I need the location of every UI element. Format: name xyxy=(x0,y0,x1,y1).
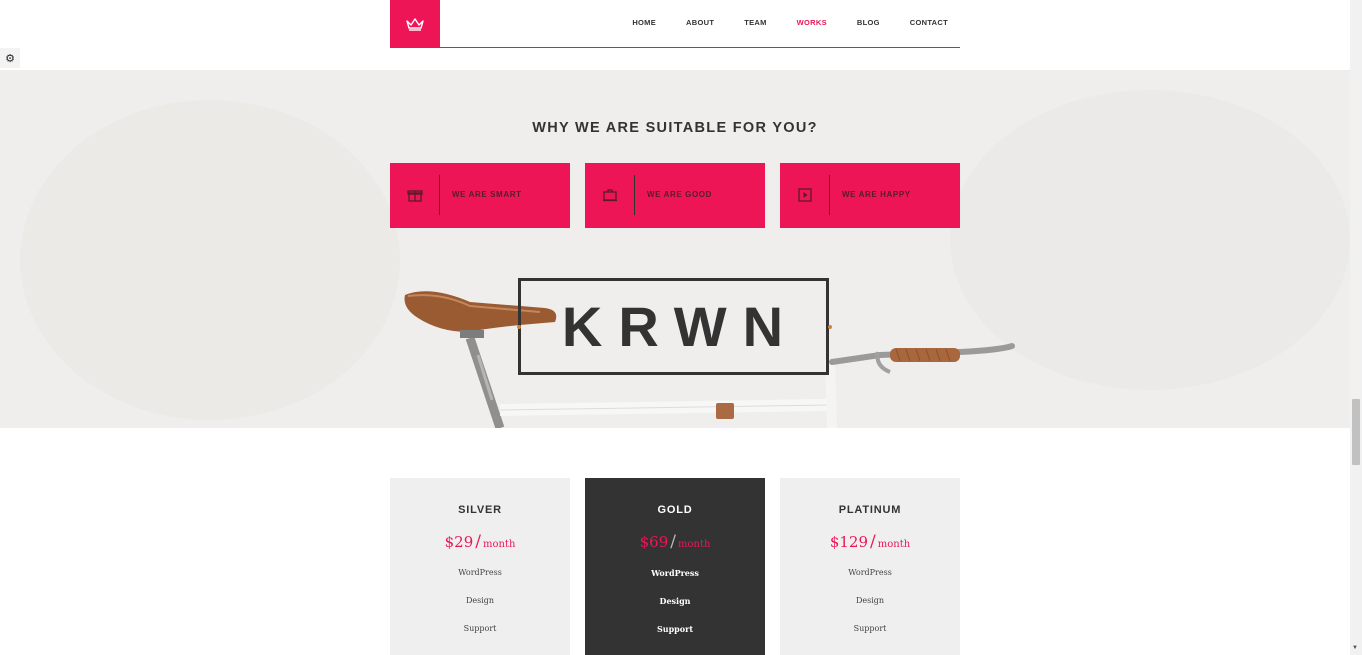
feature-divider xyxy=(634,175,635,215)
plan-name: PLATINUM xyxy=(838,504,902,516)
plan-feature: Support xyxy=(656,624,694,634)
nav-contact[interactable]: CONTACT xyxy=(910,18,948,27)
plan-price: $69/month xyxy=(585,532,765,552)
plan-feature: WordPress xyxy=(848,568,892,577)
plan-feature: WordPress xyxy=(651,568,699,578)
nav-blog[interactable]: BLOG xyxy=(857,18,880,27)
wordmark-dot-right xyxy=(828,325,832,329)
plan-feature: Support xyxy=(853,624,887,633)
feature-label: WE ARE GOOD xyxy=(647,190,712,199)
settings-button[interactable]: ⚙ xyxy=(0,48,20,68)
gear-icon: ⚙ xyxy=(5,52,15,65)
hero-title: WHY WE ARE SUITABLE FOR YOU? xyxy=(532,120,818,136)
price-period: month xyxy=(677,539,711,550)
price-separator: / xyxy=(670,532,676,552)
nav-underline xyxy=(440,47,960,48)
briefcase-icon xyxy=(603,189,617,202)
feature-label: WE ARE HAPPY xyxy=(842,190,911,199)
price-amount: $129 xyxy=(829,533,869,551)
play-icon xyxy=(798,188,812,202)
plan-feature: Support xyxy=(463,624,497,633)
nav-about[interactable]: ABOUT xyxy=(686,18,714,27)
plan-price: $29/month xyxy=(390,532,570,552)
plan-feature: WordPress xyxy=(458,568,502,577)
price-separator: / xyxy=(475,532,481,552)
page-scrollbar[interactable]: ▼ xyxy=(1350,0,1362,655)
feature-divider xyxy=(829,175,830,215)
plan-name: GOLD xyxy=(657,504,693,516)
scroll-down-arrow-icon[interactable]: ▼ xyxy=(1352,645,1358,651)
logo[interactable] xyxy=(390,0,440,48)
plan-feature: Design xyxy=(659,596,691,606)
price-amount: $69 xyxy=(639,533,669,551)
plan-name: SILVER xyxy=(458,504,502,516)
feature-good[interactable]: WE ARE GOOD xyxy=(585,163,765,228)
gift-icon xyxy=(407,190,423,202)
main-nav: HOME ABOUT TEAM WORKS BLOG CONTACT xyxy=(602,18,948,27)
feature-label: WE ARE SMART xyxy=(452,190,522,199)
price-amount: $29 xyxy=(444,533,474,551)
pricing-section: SILVER $29/month WordPress Design Suppor… xyxy=(0,428,1350,655)
plan-feature: Design xyxy=(855,596,885,605)
wordmark-dot-left xyxy=(517,325,521,329)
feature-happy[interactable]: WE ARE HAPPY xyxy=(780,163,960,228)
nav-works[interactable]: WORKS xyxy=(797,18,827,27)
crown-icon xyxy=(406,18,424,31)
site-header: HOME ABOUT TEAM WORKS BLOG CONTACT xyxy=(0,0,1350,70)
scrollbar-thumb[interactable] xyxy=(1352,399,1360,465)
pricing-card-silver[interactable]: SILVER $29/month WordPress Design Suppor… xyxy=(390,478,570,655)
price-period: month xyxy=(482,539,516,550)
nav-home[interactable]: HOME xyxy=(632,18,656,27)
plan-price: $129/month xyxy=(780,532,960,552)
pricing-card-gold[interactable]: GOLD $69/month WordPress Design Support xyxy=(585,478,765,655)
brand-wordmark: KRWN xyxy=(518,278,829,375)
nav-team[interactable]: TEAM xyxy=(744,18,766,27)
plan-feature: Design xyxy=(465,596,495,605)
price-separator: / xyxy=(870,532,876,552)
pricing-card-platinum[interactable]: PLATINUM $129/month WordPress Design Sup… xyxy=(780,478,960,655)
feature-divider xyxy=(439,175,440,215)
feature-smart[interactable]: WE ARE SMART xyxy=(390,163,570,228)
hero-section: WHY WE ARE SUITABLE FOR YOU? WE ARE SMAR… xyxy=(0,70,1350,428)
price-period: month xyxy=(877,539,911,550)
